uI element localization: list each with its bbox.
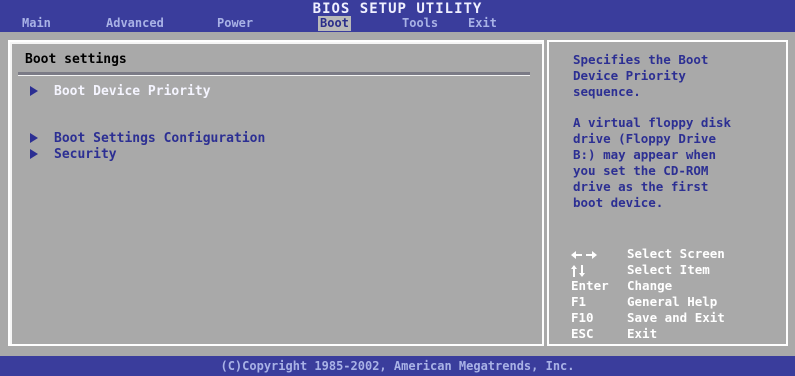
key-row-exit: ESC Exit: [571, 326, 657, 342]
key-row-select-screen: Select Screen: [571, 246, 725, 262]
submenu-arrow-icon: [30, 148, 38, 159]
submenu-arrow-icon: [30, 132, 38, 143]
section-title: Boot settings: [25, 52, 127, 67]
help-note: A virtual floppy disk drive (Floppy Driv…: [573, 115, 732, 210]
key-action: Select Item: [627, 262, 710, 277]
key-label: ESC: [571, 326, 594, 341]
menu-item-boot-settings-configuration[interactable]: Boot Settings Configuration: [30, 131, 265, 147]
key-row-change: Enter Change: [571, 278, 672, 294]
key-row-save-and-exit: F10 Save and Exit: [571, 310, 725, 326]
title-bar: BIOS SETUP UTILITY Main Advanced Power B…: [0, 0, 795, 32]
key-action: Save and Exit: [627, 310, 725, 325]
tab-advanced[interactable]: Advanced: [104, 16, 166, 31]
tab-boot[interactable]: Boot: [318, 16, 351, 31]
tab-exit[interactable]: Exit: [466, 16, 499, 31]
submenu-arrow-icon: [30, 85, 38, 96]
menu-item-boot-device-priority[interactable]: Boot Device Priority: [30, 84, 211, 100]
footer-bar: (C)Copyright 1985-2002, American Megatre…: [0, 356, 795, 376]
tab-tools[interactable]: Tools: [400, 16, 440, 31]
key-label: F10: [571, 310, 594, 325]
menu-item-label: Boot Device Priority: [54, 84, 211, 99]
section-divider: [18, 72, 530, 76]
bios-screen: BIOS SETUP UTILITY Main Advanced Power B…: [0, 0, 795, 376]
key-label: F1: [571, 294, 587, 309]
help-description: Specifies the Boot Device Priority seque…: [573, 52, 709, 99]
key-action: Exit: [627, 326, 658, 341]
menu-item-security[interactable]: Security: [30, 147, 117, 163]
key-row-general-help: F1 General Help: [571, 294, 717, 310]
key-action: Select Screen: [627, 246, 725, 261]
tab-power[interactable]: Power: [215, 16, 255, 31]
left-right-arrows-icon: [571, 246, 627, 262]
tab-main[interactable]: Main: [20, 16, 53, 31]
key-row-select-item: Select Item: [571, 262, 710, 278]
bios-title: BIOS SETUP UTILITY: [312, 1, 483, 17]
key-action: General Help: [627, 294, 718, 309]
menu-item-label: Boot Settings Configuration: [54, 131, 266, 146]
key-label: Enter: [571, 278, 609, 293]
up-down-arrows-icon: [571, 262, 627, 278]
menu-item-label: Security: [54, 147, 117, 162]
copyright-text: (C)Copyright 1985-2002, American Megatre…: [220, 359, 575, 373]
key-action: Change: [627, 278, 673, 293]
